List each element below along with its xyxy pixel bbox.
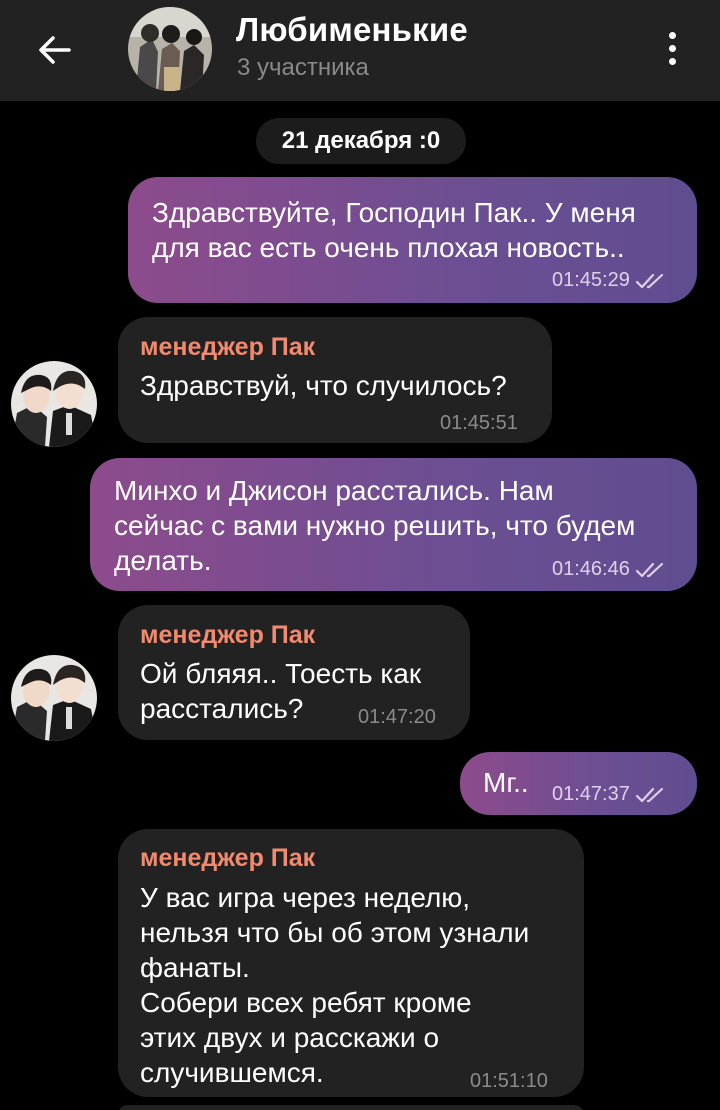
chat-header: Любименькие 3 участника — [0, 0, 720, 101]
message-time: 01:45:29 — [552, 269, 630, 291]
sender-name[interactable]: менеджер Пак — [140, 844, 315, 873]
message-time: 01:47:20 — [358, 706, 436, 728]
sender-avatar[interactable] — [11, 361, 97, 447]
message-time: 01:46:46 — [552, 558, 630, 580]
message-text: Здравствуй, что случилось? — [140, 370, 507, 401]
double-check-icon — [635, 562, 663, 577]
chat-screen: Любименькие 3 участника 21 декабря :0 Зд… — [0, 0, 720, 1110]
double-check-icon — [635, 273, 663, 288]
date-separator: 21 декабря :0 — [256, 118, 466, 164]
sender-name[interactable]: менеджер Пак — [140, 621, 315, 650]
message-time: 01:45:51 — [440, 412, 518, 434]
chat-title[interactable]: Любименькие — [236, 11, 468, 49]
back-button[interactable] — [22, 18, 86, 82]
message-time: 01:47:37 — [552, 783, 630, 805]
sender-name[interactable]: менеджер Пак — [140, 333, 315, 362]
message-incoming[interactable]: менеджер Пак Здравствуй, что случилось? … — [118, 317, 552, 443]
message-incoming-partial[interactable] — [118, 1105, 584, 1110]
more-menu-button[interactable] — [650, 20, 694, 76]
message-meta: 01:47:37 — [552, 783, 668, 806]
message-incoming[interactable]: менеджер Пак У вас игра через неделю, не… — [118, 829, 584, 1097]
message-text: Здравствуйте, Господин Пак.. У меня для … — [152, 197, 636, 263]
sender-avatar[interactable] — [11, 655, 97, 741]
participants-count: 3 участника — [237, 54, 369, 81]
message-outgoing[interactable]: Минхо и Джисон расстались. Нам сейчас с … — [90, 458, 697, 591]
message-outgoing[interactable]: Здравствуйте, Господин Пак.. У меня для … — [128, 177, 697, 303]
message-text: Мг.. — [483, 767, 529, 798]
double-check-icon — [635, 787, 663, 802]
message-outgoing[interactable]: Мг.. 01:47:37 — [460, 752, 697, 815]
message-text: У вас игра через неделю, нельзя что бы о… — [140, 882, 530, 1088]
group-avatar[interactable] — [128, 7, 212, 91]
message-time: 01:51:10 — [470, 1070, 548, 1092]
message-incoming[interactable]: менеджер Пак Ой бляяя.. Тоесть как расст… — [118, 605, 470, 740]
message-meta: 01:45:29 — [552, 269, 668, 292]
message-meta: 01:46:46 — [552, 558, 668, 581]
more-vertical-icon — [668, 31, 676, 39]
arrow-left-icon — [39, 36, 71, 64]
